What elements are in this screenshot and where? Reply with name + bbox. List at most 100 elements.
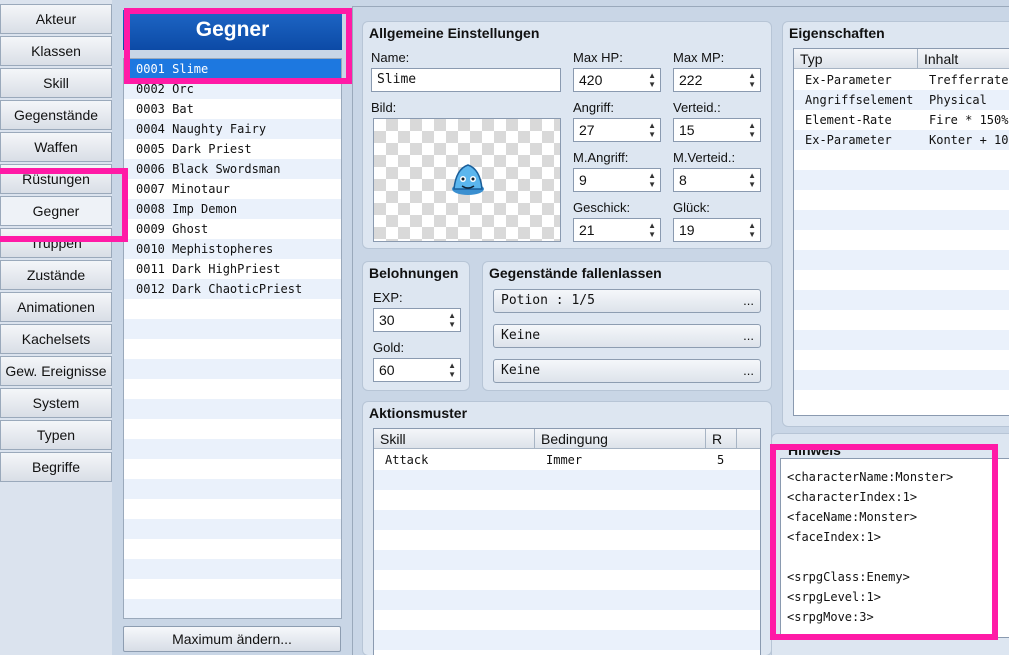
list-item[interactable]: 0011 Dark HighPriest (124, 259, 341, 279)
table-row[interactable] (794, 270, 1009, 290)
empty-list-row[interactable] (124, 359, 341, 379)
spin-arrows-icon[interactable]: ▲ ▼ (748, 221, 756, 239)
spin-arrows-icon[interactable]: ▲ ▼ (748, 71, 756, 89)
empty-list-row[interactable] (124, 599, 341, 618)
table-row[interactable] (794, 230, 1009, 250)
spin-arrows-icon[interactable]: ▲ ▼ (448, 311, 456, 329)
drop-item-1-button[interactable]: Potion : 1/5... (493, 289, 761, 313)
nav-item-12[interactable]: System (0, 388, 112, 418)
empty-list-row[interactable] (124, 539, 341, 559)
note-textarea[interactable]: <characterName:Monster> <characterIndex:1… (780, 458, 1009, 638)
enemy-list[interactable]: 0001 Slime 0002 Orc 0003 Bat 0004 Naughty F… (123, 58, 342, 619)
list-item[interactable]: 0005 Dark Priest (124, 139, 341, 159)
drop-item-2-button[interactable]: Keine... (493, 324, 761, 348)
nav-item-3[interactable]: Gegenstände (0, 100, 112, 130)
col-header-skill[interactable]: Skill (374, 429, 535, 449)
traits-table[interactable]: Typ Inhalt Ex-Parameter Trefferrate Angrif… (793, 48, 1009, 416)
spin-arrows-icon[interactable]: ▲ ▼ (748, 171, 756, 189)
table-row[interactable] (374, 590, 760, 610)
list-item[interactable]: 0007 Minotaur (124, 179, 341, 199)
spin-arrows-icon[interactable]: ▲ ▼ (748, 121, 756, 139)
name-input[interactable]: Slime (371, 68, 561, 92)
col-header-condition[interactable]: Bedingung (535, 429, 706, 449)
col-header-rating[interactable]: R (706, 429, 737, 449)
col-header-type[interactable]: Typ (794, 49, 918, 69)
empty-list-row[interactable] (124, 399, 341, 419)
nav-item-4[interactable]: Waffen (0, 132, 112, 162)
table-row[interactable] (374, 530, 760, 550)
spin-arrows-icon[interactable]: ▲ ▼ (648, 171, 656, 189)
table-row[interactable] (794, 150, 1009, 170)
table-row[interactable]: Attack Immer 5 (374, 450, 760, 470)
empty-list-row[interactable] (124, 379, 341, 399)
list-item[interactable]: 0009 Ghost (124, 219, 341, 239)
luk-spinbox[interactable]: 19 ▲ ▼ (673, 218, 761, 242)
spin-arrows-icon[interactable]: ▲ ▼ (448, 361, 456, 379)
empty-list-row[interactable] (124, 479, 341, 499)
table-row[interactable]: Angriffselement Physical (794, 90, 1009, 110)
spin-arrows-icon[interactable]: ▲ ▼ (648, 71, 656, 89)
empty-list-row[interactable] (124, 459, 341, 479)
table-row[interactable] (794, 350, 1009, 370)
table-row[interactable] (794, 310, 1009, 330)
matk-spinbox[interactable]: 9 ▲ ▼ (573, 168, 661, 192)
nav-item-7[interactable]: Truppen (0, 228, 112, 258)
list-item[interactable]: 0002 Orc (124, 79, 341, 99)
nav-item-6[interactable]: Gegner (0, 196, 112, 226)
list-item[interactable]: 0001 Slime (124, 59, 341, 79)
list-item[interactable]: 0010 Mephistopheres (124, 239, 341, 259)
empty-list-row[interactable] (124, 439, 341, 459)
nav-item-10[interactable]: Kachelsets (0, 324, 112, 354)
maxmp-spinbox[interactable]: 222 ▲ ▼ (673, 68, 761, 92)
table-row[interactable] (374, 470, 760, 490)
agi-spinbox[interactable]: 21 ▲ ▼ (573, 218, 661, 242)
table-row[interactable]: Ex-Parameter Trefferrate (794, 70, 1009, 90)
nav-item-5[interactable]: Rüstungen (0, 164, 112, 194)
drop-item-3-button[interactable]: Keine... (493, 359, 761, 383)
list-item[interactable]: 0004 Naughty Fairy (124, 119, 341, 139)
table-row[interactable] (794, 330, 1009, 350)
table-row[interactable] (374, 550, 760, 570)
mdef-spinbox[interactable]: 8 ▲ ▼ (673, 168, 761, 192)
list-item[interactable]: 0008 Imp Demon (124, 199, 341, 219)
def-spinbox[interactable]: 15 ▲ ▼ (673, 118, 761, 142)
list-item[interactable]: 0006 Black Swordsman (124, 159, 341, 179)
table-row[interactable] (794, 290, 1009, 310)
empty-list-row[interactable] (124, 319, 341, 339)
spin-arrows-icon[interactable]: ▲ ▼ (648, 221, 656, 239)
empty-list-row[interactable] (124, 519, 341, 539)
table-row[interactable] (374, 610, 760, 630)
table-row[interactable]: Element-Rate Fire * 150% (794, 110, 1009, 130)
nav-item-8[interactable]: Zustände (0, 260, 112, 290)
gold-spinbox[interactable]: 60 ▲ ▼ (373, 358, 461, 382)
list-item[interactable]: 0012 Dark ChaoticPriest (124, 279, 341, 299)
empty-list-row[interactable] (124, 499, 341, 519)
change-maximum-button[interactable]: Maximum ändern... (123, 626, 341, 652)
table-row[interactable] (794, 170, 1009, 190)
nav-item-11[interactable]: Gew. Ereignisse (0, 356, 112, 386)
nav-item-14[interactable]: Begriffe (0, 452, 112, 482)
table-row[interactable]: Ex-Parameter Konter + 100 (794, 130, 1009, 150)
empty-list-row[interactable] (124, 299, 341, 319)
enemy-image-picker[interactable] (373, 118, 561, 242)
table-row[interactable] (794, 390, 1009, 410)
atk-spinbox[interactable]: 27 ▲ ▼ (573, 118, 661, 142)
empty-list-row[interactable] (124, 419, 341, 439)
col-header-content[interactable]: Inhalt (918, 49, 1009, 69)
nav-item-9[interactable]: Animationen (0, 292, 112, 322)
nav-item-13[interactable]: Typen (0, 420, 112, 450)
table-row[interactable] (794, 250, 1009, 270)
nav-item-2[interactable]: Skill (0, 68, 112, 98)
table-row[interactable] (374, 510, 760, 530)
table-row[interactable] (794, 370, 1009, 390)
table-row[interactable] (794, 190, 1009, 210)
table-row[interactable] (374, 570, 760, 590)
action-patterns-table[interactable]: Skill Bedingung R Attack Immer 5 (373, 428, 761, 655)
maxhp-spinbox[interactable]: 420 ▲ ▼ (573, 68, 661, 92)
empty-list-row[interactable] (124, 339, 341, 359)
nav-item-1[interactable]: Klassen (0, 36, 112, 66)
table-row[interactable] (794, 210, 1009, 230)
table-row[interactable] (374, 630, 760, 650)
empty-list-row[interactable] (124, 559, 341, 579)
empty-list-row[interactable] (124, 579, 341, 599)
